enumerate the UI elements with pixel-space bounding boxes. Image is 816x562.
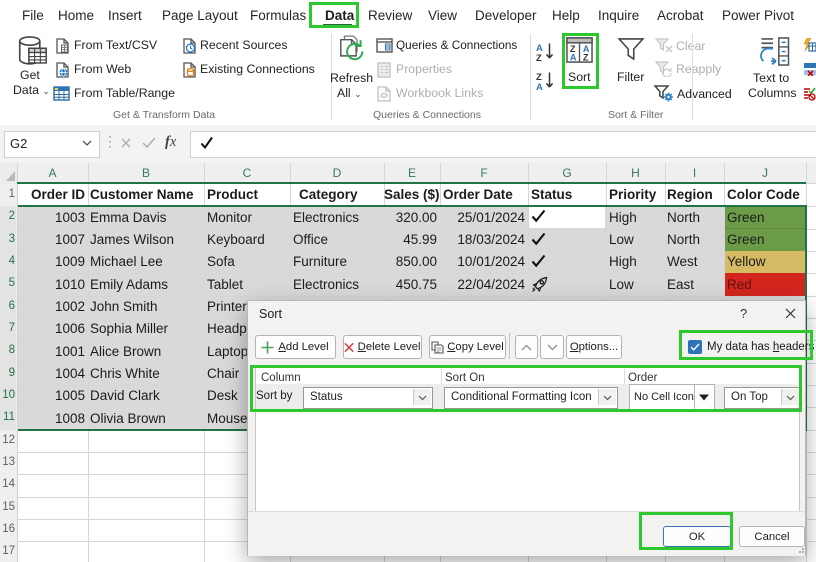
- svg-text:A: A: [536, 82, 543, 91]
- svg-text:Z: Z: [536, 53, 542, 62]
